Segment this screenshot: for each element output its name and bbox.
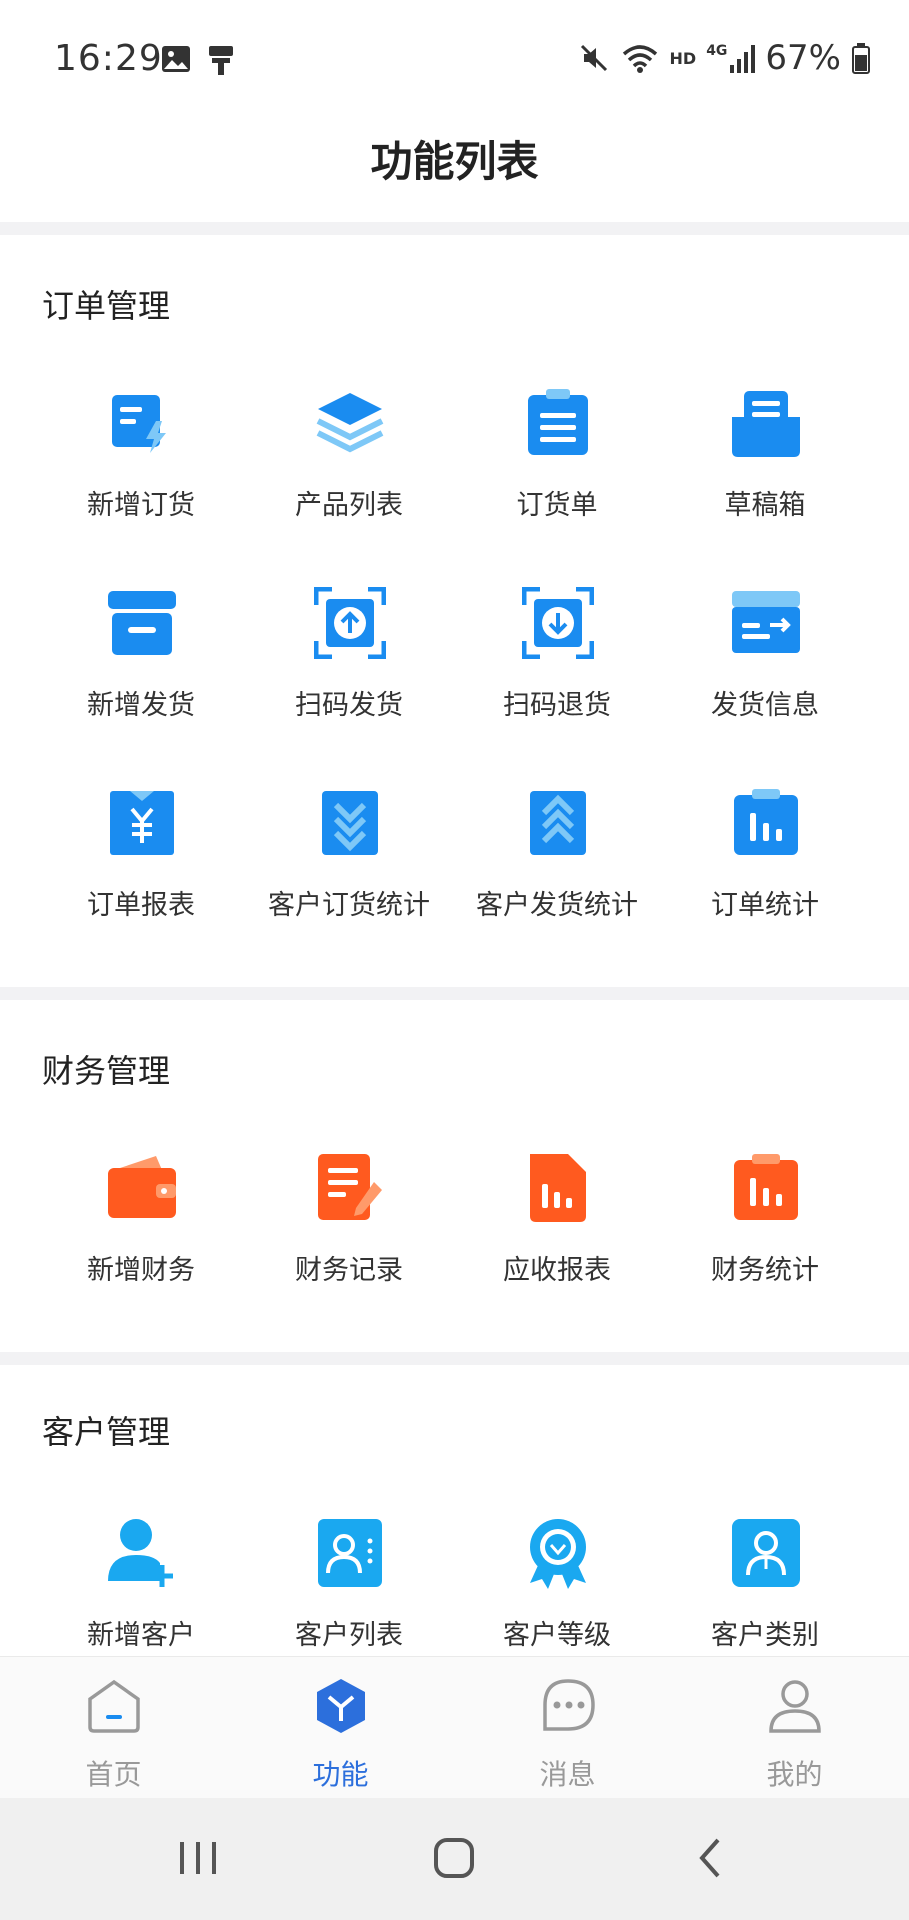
add-user-icon (108, 1519, 173, 1587)
grid-item-finance-records[interactable]: 财务记录 (245, 1152, 453, 1322)
grid-item-label: 扫码退货 (503, 690, 611, 721)
grid-item-label: 订货单 (516, 490, 598, 521)
box-icon (108, 591, 176, 655)
section-divider (0, 987, 909, 1000)
grid-item-new-order[interactable]: 新增订货 (37, 387, 245, 557)
card-arrow-icon (732, 591, 800, 653)
grid-item-order-stats[interactable]: 订单统计 (661, 787, 869, 957)
app-header: 功能列表 (0, 110, 909, 220)
grid-item-label: 新增客户 (87, 1620, 195, 1651)
home-icon (88, 1679, 140, 1733)
grid-item-finance-stats[interactable]: 财务统计 (661, 1152, 869, 1322)
grid-item-label: 订单报表 (87, 890, 195, 921)
grid-item-new-finance[interactable]: 新增财务 (37, 1152, 245, 1322)
inbox-icon (732, 391, 800, 457)
home-button-icon[interactable] (424, 1828, 484, 1888)
grid-item-label: 客户订货统计 (268, 890, 430, 921)
grid-item-customer-order-stats[interactable]: 客户订货统计 (245, 787, 453, 957)
network-4g-label: 4G (706, 43, 728, 59)
tab-profile[interactable]: 我的 (681, 1657, 908, 1799)
section-title: 订单管理 (42, 287, 171, 325)
grid-item-receivable-report[interactable]: 应收报表 (453, 1152, 661, 1322)
section-order-management: 订单管理 新增订货 产品列表 订货单 草稿箱 新增发货 扫码发货 扫码退货 发货… (0, 235, 909, 987)
document-pen-icon (318, 1154, 382, 1220)
mute-icon (580, 44, 607, 72)
status-bar: 16:29 HD 4G 67% (0, 0, 909, 110)
section-customer-management: 客户管理 新增客户 客户列表 客户等级 客户类别 (0, 1365, 909, 1656)
bar-stats-icon (734, 789, 798, 855)
yen-report-icon (110, 791, 174, 855)
battery-level: 67% (765, 38, 841, 78)
grid-item-new-customer[interactable]: 新增客户 (37, 1517, 245, 1656)
grid-item-label: 客户类别 (711, 1620, 819, 1651)
contact-card-icon (318, 1519, 382, 1587)
grid-item-label: 草稿箱 (724, 490, 806, 521)
grid-item-label: 产品列表 (295, 490, 403, 521)
tab-features[interactable]: 功能 (227, 1657, 454, 1799)
grid-item-label: 订单统计 (711, 890, 819, 921)
network-hd-label: HD (669, 48, 697, 68)
signal-icon (730, 45, 756, 73)
file-chart-icon (530, 1154, 586, 1222)
section-divider (0, 222, 909, 235)
grid-item-label: 扫码发货 (295, 690, 403, 721)
section-finance-management: 财务管理 新增财务 财务记录 应收报表 财务统计 (0, 1000, 909, 1352)
grid-item-customer-ship-stats[interactable]: 客户发货统计 (453, 787, 661, 957)
grid-item-scan-return[interactable]: 扫码退货 (453, 587, 661, 757)
tab-label: 消息 (539, 1758, 596, 1791)
grid-item-order-form[interactable]: 订货单 (453, 387, 661, 557)
tab-messages[interactable]: 消息 (454, 1657, 681, 1799)
wallet-icon (108, 1156, 176, 1218)
back-icon[interactable] (680, 1828, 740, 1888)
layers-icon (316, 393, 384, 453)
grid-item-label: 财务统计 (711, 1255, 819, 1286)
message-icon (543, 1679, 595, 1731)
cube-icon (317, 1679, 365, 1733)
chevrons-up-icon (530, 791, 586, 855)
battery-icon (852, 43, 870, 74)
section-divider (0, 1352, 909, 1365)
wifi-icon (622, 45, 657, 73)
tab-home[interactable]: 首页 (0, 1657, 227, 1799)
grid-item-label: 客户等级 (503, 1620, 611, 1651)
grid-item-new-shipment[interactable]: 新增发货 (37, 587, 245, 757)
grid-item-customer-list[interactable]: 客户列表 (245, 1517, 453, 1656)
chevrons-down-icon (322, 791, 378, 855)
award-badge-icon (530, 1519, 586, 1589)
grid-item-label: 客户发货统计 (476, 890, 638, 921)
page-title: 功能列表 (370, 137, 539, 186)
section-title: 财务管理 (42, 1052, 171, 1090)
grid-item-label: 财务记录 (295, 1255, 403, 1286)
section-title: 客户管理 (42, 1413, 171, 1451)
grid-item-label: 发货信息 (711, 690, 819, 721)
grid-item-product-list[interactable]: 产品列表 (245, 387, 453, 557)
status-time: 16:29 (54, 38, 163, 79)
image-icon (162, 46, 190, 72)
tab-label: 我的 (766, 1758, 823, 1791)
grid-item-shipment-info[interactable]: 发货信息 (661, 587, 869, 757)
grid-item-label: 客户列表 (295, 1620, 403, 1651)
clipboard-icon (528, 389, 588, 455)
new-order-icon (112, 395, 166, 453)
profile-icon (769, 1680, 821, 1733)
grid-item-label: 新增发货 (87, 690, 195, 721)
grid-item-scan-ship[interactable]: 扫码发货 (245, 587, 453, 757)
user-badge-icon (732, 1519, 800, 1587)
grid-item-order-report[interactable]: 订单报表 (37, 787, 245, 957)
grid-item-label: 新增订货 (87, 490, 195, 521)
system-navigation-bar (0, 1798, 909, 1920)
tab-label: 首页 (85, 1758, 142, 1791)
scan-up-icon (314, 587, 386, 659)
brush-icon (209, 46, 233, 75)
tab-label: 功能 (312, 1758, 369, 1791)
recent-apps-icon[interactable] (168, 1828, 228, 1888)
bottom-tab-bar: 首页 功能 消息 我的 (0, 1656, 909, 1799)
grid-item-drafts[interactable]: 草稿箱 (661, 387, 869, 557)
clipboard-chart-icon (734, 1154, 798, 1220)
scan-down-icon (522, 587, 594, 659)
grid-item-customer-category[interactable]: 客户类别 (661, 1517, 869, 1656)
grid-item-label: 应收报表 (503, 1255, 611, 1286)
grid-item-customer-level[interactable]: 客户等级 (453, 1517, 661, 1656)
grid-item-label: 新增财务 (87, 1255, 195, 1286)
